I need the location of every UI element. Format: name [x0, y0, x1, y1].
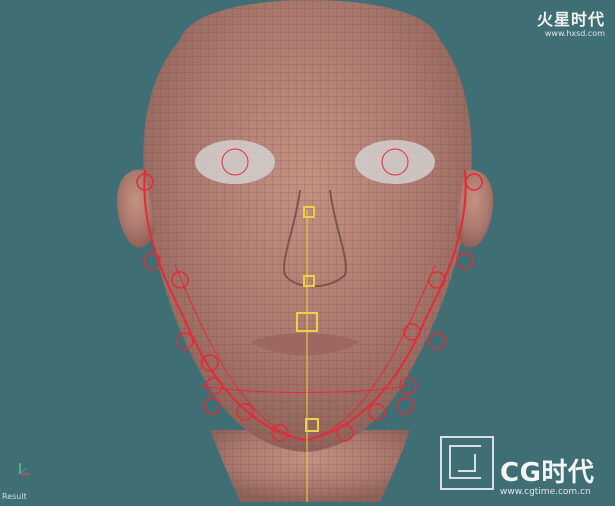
cg-url: www.cgtime.com.cn: [500, 487, 591, 497]
3d-viewport[interactable]: Result: [0, 0, 615, 502]
hxsd-brand: 火星时代: [536, 10, 605, 29]
cg-title: CG时代: [500, 458, 595, 488]
hxsd-url: www.hxsd.com: [544, 29, 605, 38]
cg-logo-icon: [440, 436, 494, 490]
hxsd-watermark: 火星时代 www.hxsd.com: [537, 6, 605, 38]
axis-gizmo-icon: [12, 458, 36, 482]
head-model: [116, 0, 494, 502]
result-label: Result: [2, 492, 27, 501]
